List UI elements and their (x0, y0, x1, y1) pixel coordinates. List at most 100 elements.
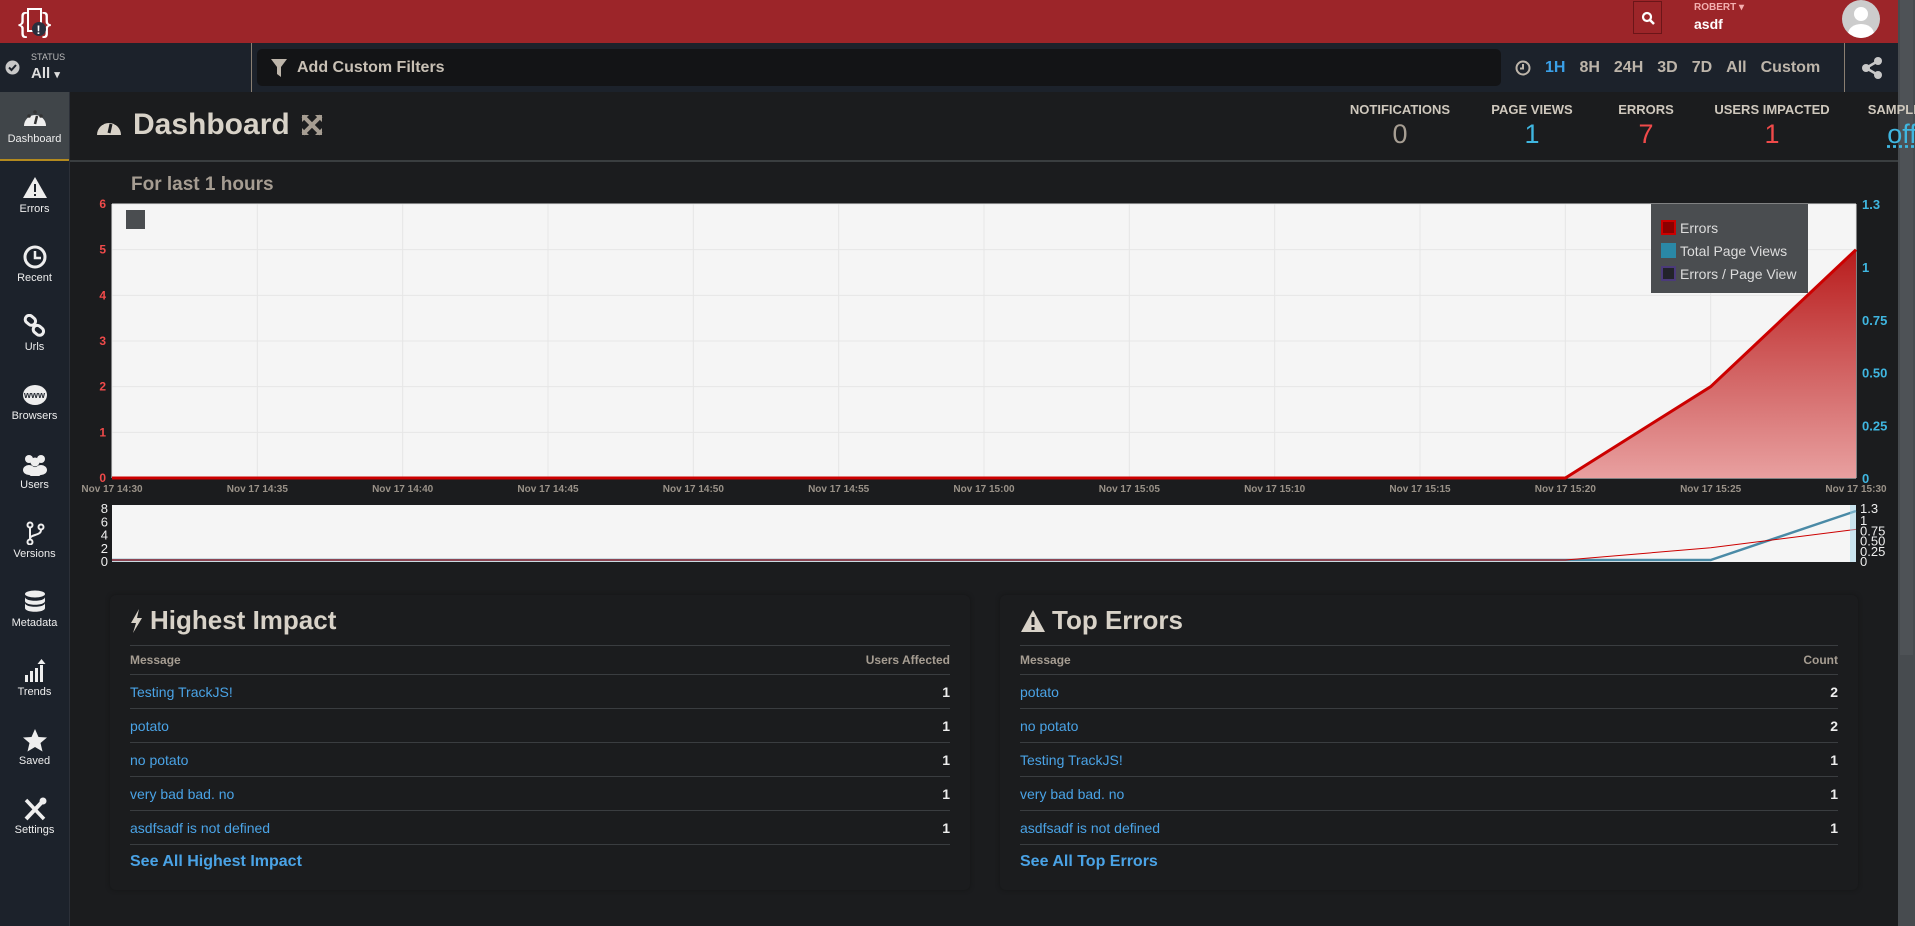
y-right-tick-label: 0.50 (1862, 366, 1887, 381)
error-message-link[interactable]: potato (130, 718, 169, 734)
navigator-y-left-label: 8 (101, 501, 108, 516)
see-all-link[interactable]: See All Top Errors (1020, 844, 1838, 878)
chart-legend: Errors Total Page Views Errors / Page Vi… (1651, 204, 1808, 293)
sidebar-item-metadata[interactable]: Metadata (0, 575, 69, 644)
table-row: asdfsadf is not defined 1 (1020, 810, 1838, 844)
y-left-tick-label: 1 (99, 425, 106, 439)
legend-swatch (1661, 243, 1676, 258)
error-message-link[interactable]: Testing TrackJS! (1020, 752, 1123, 768)
sidebar-item-trends[interactable]: Trends (0, 644, 69, 713)
navigator-handle[interactable] (1850, 505, 1856, 562)
y-left-tick-label: 6 (99, 197, 106, 211)
y-left-tick-label: 5 (99, 243, 106, 257)
error-message-link[interactable]: very bad bad. no (130, 786, 234, 802)
highest-impact-title: Highest Impact (130, 605, 336, 636)
legend-swatch (1661, 266, 1676, 281)
legend-item-errors-per-page-view[interactable]: Errors / Page View (1661, 262, 1798, 285)
table-row: very bad bad. no 1 (130, 776, 950, 810)
row-value: 1 (1830, 819, 1838, 836)
bolt-icon (131, 608, 142, 633)
error-message-link[interactable]: no potato (1020, 718, 1078, 734)
x-tick-label: Nov 17 15:20 (1535, 484, 1597, 495)
table-header: Message Users Affected (130, 645, 950, 674)
top-errors-title: Top Errors (1020, 605, 1183, 636)
error-message-link[interactable]: very bad bad. no (1020, 786, 1124, 802)
y-right-tick-label: 0.25 (1862, 418, 1887, 433)
row-value: 2 (1830, 717, 1838, 734)
col-value: Users Affected (865, 653, 950, 667)
x-tick-label: Nov 17 15:10 (1244, 484, 1306, 495)
x-tick-label: Nov 17 14:45 (517, 484, 579, 495)
tools-icon (24, 797, 46, 821)
col-message: Message (130, 653, 181, 667)
top-errors-panel: Top Errors Message Count potato 2 no potato 2… (1000, 595, 1858, 890)
x-tick-label: Nov 17 14:30 (81, 484, 143, 495)
col-message: Message (1020, 653, 1071, 667)
see-all-link[interactable]: See All Highest Impact (130, 844, 950, 878)
error-message-link[interactable]: asdfsadf is not defined (130, 820, 270, 836)
y-right-tick-label: 0.75 (1862, 313, 1887, 328)
navigator-y-left-label: 0 (101, 554, 108, 569)
errors-chart[interactable]: Nov 17 14:30 Nov 17 14:35 Nov 17 14:40 Nov … (0, 0, 1898, 580)
table-header: Message Count (1020, 645, 1838, 674)
legend-label: Errors (1680, 219, 1719, 236)
x-tick-label: Nov 17 15:30 (1825, 484, 1887, 495)
table-row: very bad bad. no 1 (1020, 776, 1838, 810)
sidebar-item-label: Saved (18, 755, 51, 767)
sidebar-item-label: Trends (17, 686, 52, 698)
x-tick-label: Nov 17 15:25 (1680, 484, 1742, 495)
row-value: 1 (942, 683, 950, 700)
x-tick-label: Nov 17 14:50 (663, 484, 725, 495)
table-row: no potato 1 (130, 742, 950, 776)
legend-swatch (1661, 220, 1676, 235)
sidebar-item-label: Settings (14, 824, 55, 836)
row-value: 1 (942, 717, 950, 734)
table-row: potato 1 (130, 708, 950, 742)
table-row: Testing TrackJS! 1 (1020, 742, 1838, 776)
navigator-y-left-label: 6 (101, 514, 108, 529)
zoom-reset-button[interactable] (126, 210, 145, 229)
database-icon (24, 590, 45, 612)
y-left-tick-label: 3 (99, 334, 106, 348)
x-tick-label: Nov 17 15:00 (953, 484, 1015, 495)
highest-impact-panel: Highest Impact Message Users Affected Test… (110, 595, 970, 890)
navigator-y-right-label: 1.3 (1860, 501, 1878, 516)
y-left-tick-label: 0 (99, 471, 106, 485)
error-message-link[interactable]: no potato (130, 752, 188, 768)
sidebar-item-settings[interactable]: Settings (0, 782, 69, 851)
navigator-y-left-label: 2 (101, 541, 108, 556)
trends-icon (24, 659, 45, 682)
sidebar-item-saved[interactable]: Saved (0, 713, 69, 782)
navigator-area (112, 505, 1856, 562)
top-errors-table: Message Count potato 2 no potato 2 Testing Tra… (1020, 645, 1838, 878)
table-row: no potato 2 (1020, 708, 1838, 742)
y-right-tick-label: 1 (1862, 260, 1869, 275)
warning-icon (1021, 609, 1045, 632)
legend-label: Total Page Views (1680, 242, 1788, 259)
legend-item-errors[interactable]: Errors (1661, 216, 1798, 239)
error-message-link[interactable]: asdfsadf is not defined (1020, 820, 1160, 836)
y-right-tick-label: 0 (1862, 471, 1869, 486)
x-tick-label: Nov 17 15:05 (1099, 484, 1161, 495)
col-value: Count (1803, 653, 1838, 667)
row-value: 1 (1830, 751, 1838, 768)
legend-item-page-views[interactable]: Total Page Views (1661, 239, 1798, 262)
star-icon (22, 729, 47, 752)
scrollbar-thumb[interactable] (1900, 0, 1913, 655)
x-tick-label: Nov 17 14:40 (372, 484, 434, 495)
table-row: potato 2 (1020, 674, 1838, 708)
row-value: 1 (942, 785, 950, 802)
y-right-tick-label: 1.3 (1862, 197, 1880, 212)
row-value: 1 (942, 751, 950, 768)
table-row: asdfsadf is not defined 1 (130, 810, 950, 844)
row-value: 1 (942, 819, 950, 836)
table-row: Testing TrackJS! 1 (130, 674, 950, 708)
navigator-y-left-label: 4 (101, 528, 108, 543)
error-message-link[interactable]: Testing TrackJS! (130, 684, 233, 700)
row-value: 2 (1830, 683, 1838, 700)
sidebar-item-label: Metadata (11, 617, 58, 629)
x-tick-label: Nov 17 14:55 (808, 484, 870, 495)
error-message-link[interactable]: potato (1020, 684, 1059, 700)
legend-label: Errors / Page View (1680, 265, 1797, 282)
highest-impact-table: Message Users Affected Testing TrackJS! 1 po… (130, 645, 950, 878)
